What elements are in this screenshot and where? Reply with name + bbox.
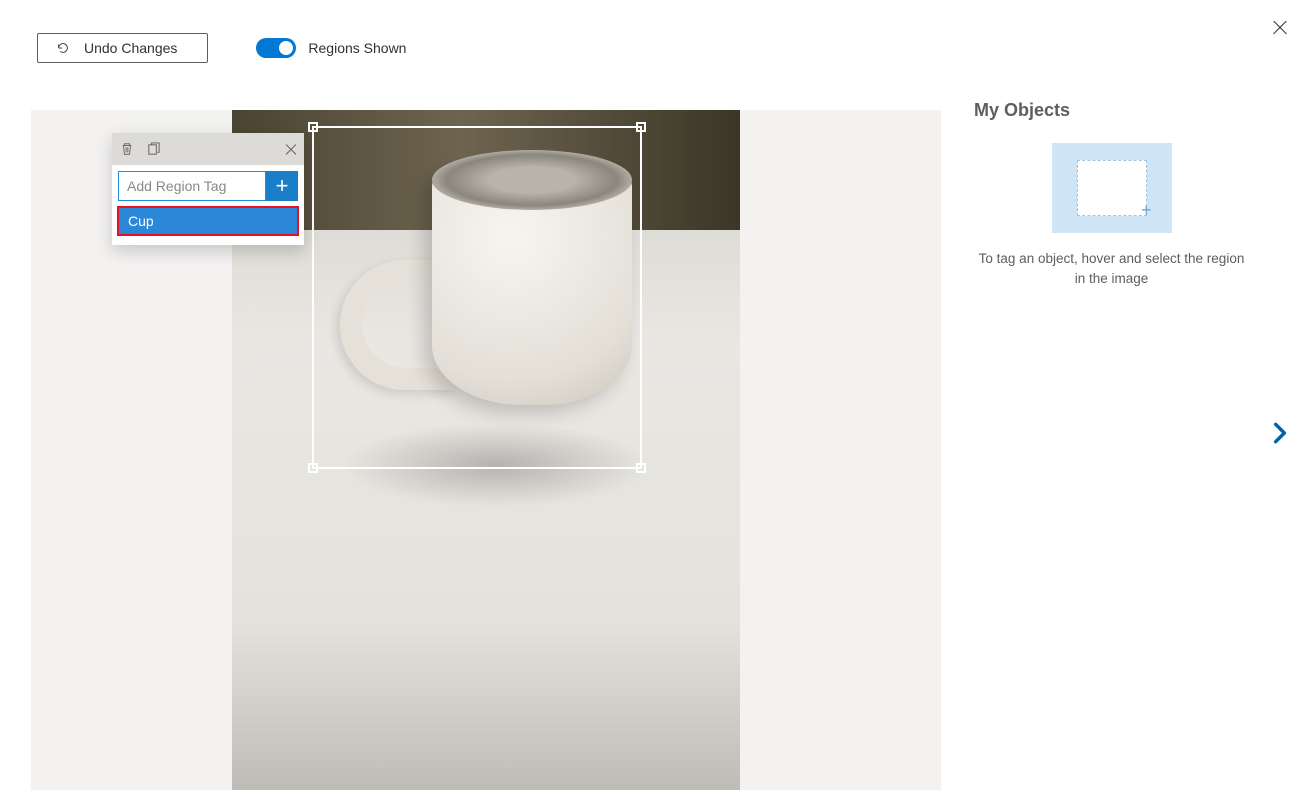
resize-handle-tr[interactable] (636, 122, 646, 132)
resize-handle-tl[interactable] (308, 122, 318, 132)
region-tag-input[interactable] (118, 171, 266, 201)
copy-icon[interactable] (144, 140, 162, 158)
close-icon[interactable] (1271, 18, 1289, 36)
undo-button[interactable]: Undo Changes (37, 33, 208, 63)
toolbar: Undo Changes Regions Shown (37, 33, 406, 63)
regions-toggle-wrap: Regions Shown (256, 38, 406, 58)
regions-label: Regions Shown (308, 40, 406, 56)
delete-icon[interactable] (118, 140, 136, 158)
tag-suggestion-cup[interactable]: Cup (118, 207, 298, 235)
next-arrow[interactable] (1267, 420, 1293, 446)
plus-icon: + (1141, 200, 1152, 221)
tag-panel: Cup (112, 133, 304, 245)
sidebar: My Objects + To tag an object, hover and… (974, 100, 1249, 290)
add-tag-button[interactable] (266, 171, 298, 201)
toggle-knob (279, 41, 293, 55)
sidebar-title: My Objects (974, 100, 1249, 121)
sidebar-hint: To tag an object, hover and select the r… (974, 249, 1249, 290)
tag-panel-header (112, 133, 304, 165)
regions-toggle[interactable] (256, 38, 296, 58)
tag-panel-close-icon[interactable] (284, 142, 298, 156)
object-placeholder-box: + (1077, 160, 1147, 216)
region-bounding-box[interactable] (312, 126, 642, 469)
undo-label: Undo Changes (84, 40, 177, 56)
object-placeholder[interactable]: + (1052, 143, 1172, 233)
tag-input-row (112, 165, 304, 207)
resize-handle-br[interactable] (636, 463, 646, 473)
undo-icon (56, 41, 70, 55)
resize-handle-bl[interactable] (308, 463, 318, 473)
image-canvas[interactable] (232, 110, 740, 790)
